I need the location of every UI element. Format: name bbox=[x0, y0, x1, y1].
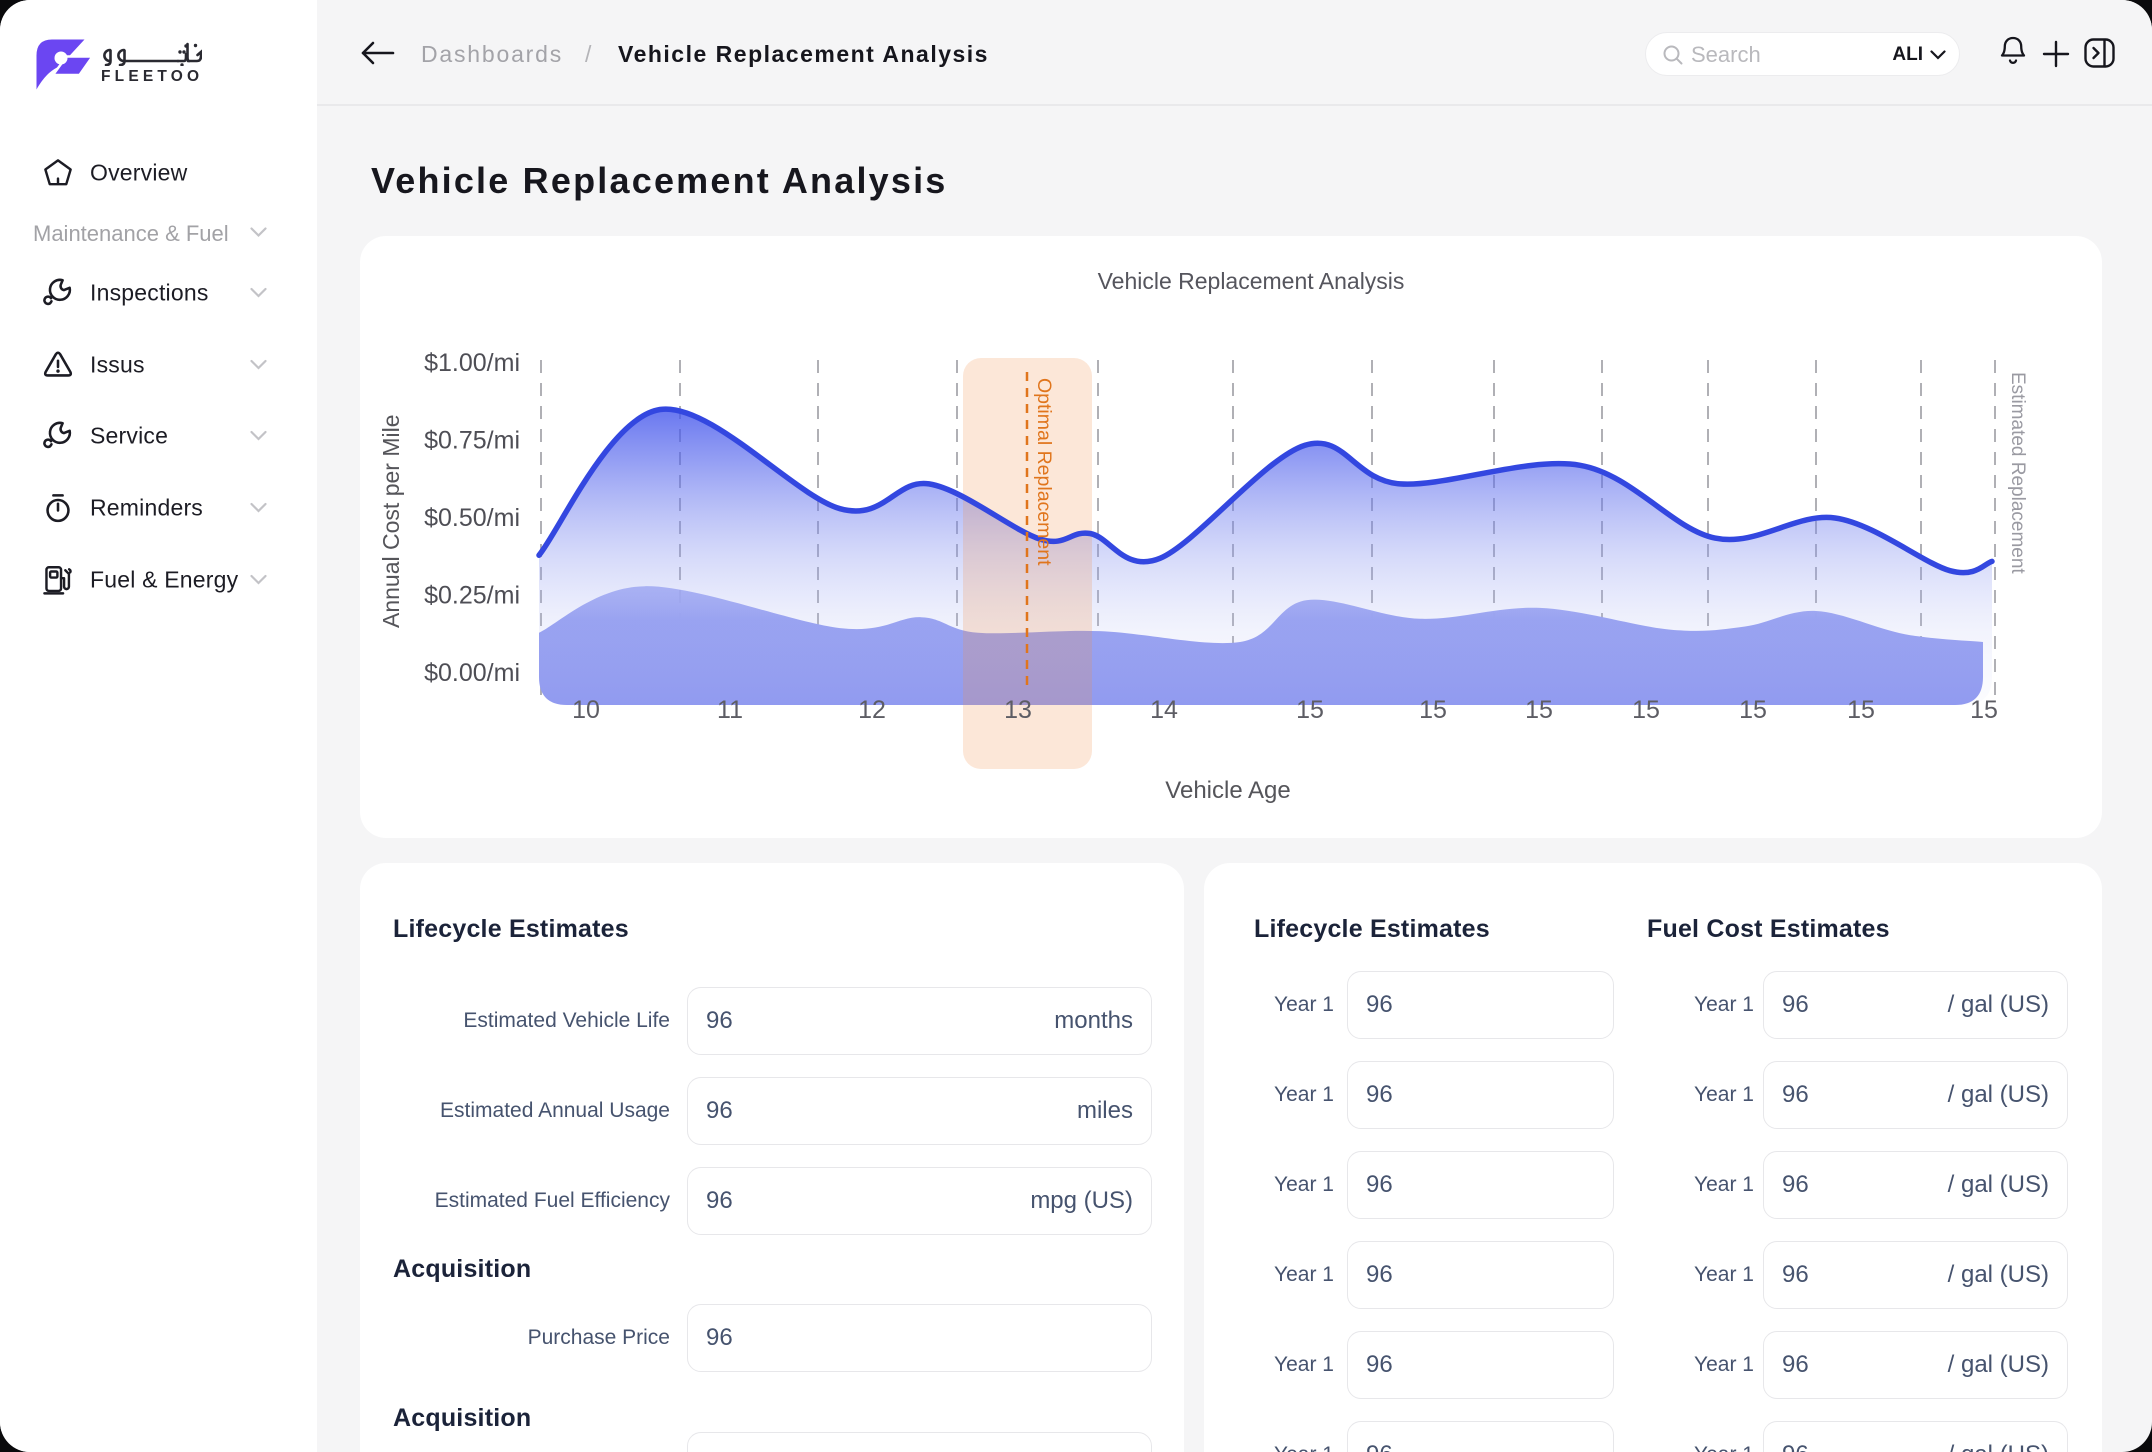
svg-text:$1.00/mi: $1.00/mi bbox=[424, 349, 520, 377]
svg-text:14: 14 bbox=[1150, 696, 1178, 724]
svg-text:Annual Cost per Mile: Annual Cost per Mile bbox=[378, 415, 404, 629]
svg-text:$0.50/mi: $0.50/mi bbox=[424, 504, 520, 532]
svg-text:$0.00/mi: $0.00/mi bbox=[424, 659, 520, 687]
svg-text:Optimal Replacement: Optimal Replacement bbox=[1033, 378, 1055, 566]
svg-text:10: 10 bbox=[572, 696, 600, 724]
svg-text:11: 11 bbox=[717, 696, 743, 724]
svg-text:15: 15 bbox=[1970, 696, 1998, 724]
svg-text:15: 15 bbox=[1296, 696, 1324, 724]
svg-text:15: 15 bbox=[1525, 696, 1553, 724]
svg-text:Vehicle Age: Vehicle Age bbox=[1165, 777, 1290, 804]
svg-text:$0.75/mi: $0.75/mi bbox=[424, 427, 520, 455]
svg-text:Estimated Replacement: Estimated Replacement bbox=[2007, 372, 2028, 574]
svg-text:12: 12 bbox=[858, 696, 886, 724]
svg-text:15: 15 bbox=[1419, 696, 1447, 724]
svg-text:Vehicle Replacement Analysis: Vehicle Replacement Analysis bbox=[1098, 268, 1405, 294]
svg-text:$0.25/mi: $0.25/mi bbox=[424, 582, 520, 610]
svg-text:15: 15 bbox=[1739, 696, 1767, 724]
svg-text:15: 15 bbox=[1632, 696, 1660, 724]
svg-text:15: 15 bbox=[1847, 696, 1875, 724]
svg-text:13: 13 bbox=[1004, 696, 1032, 724]
